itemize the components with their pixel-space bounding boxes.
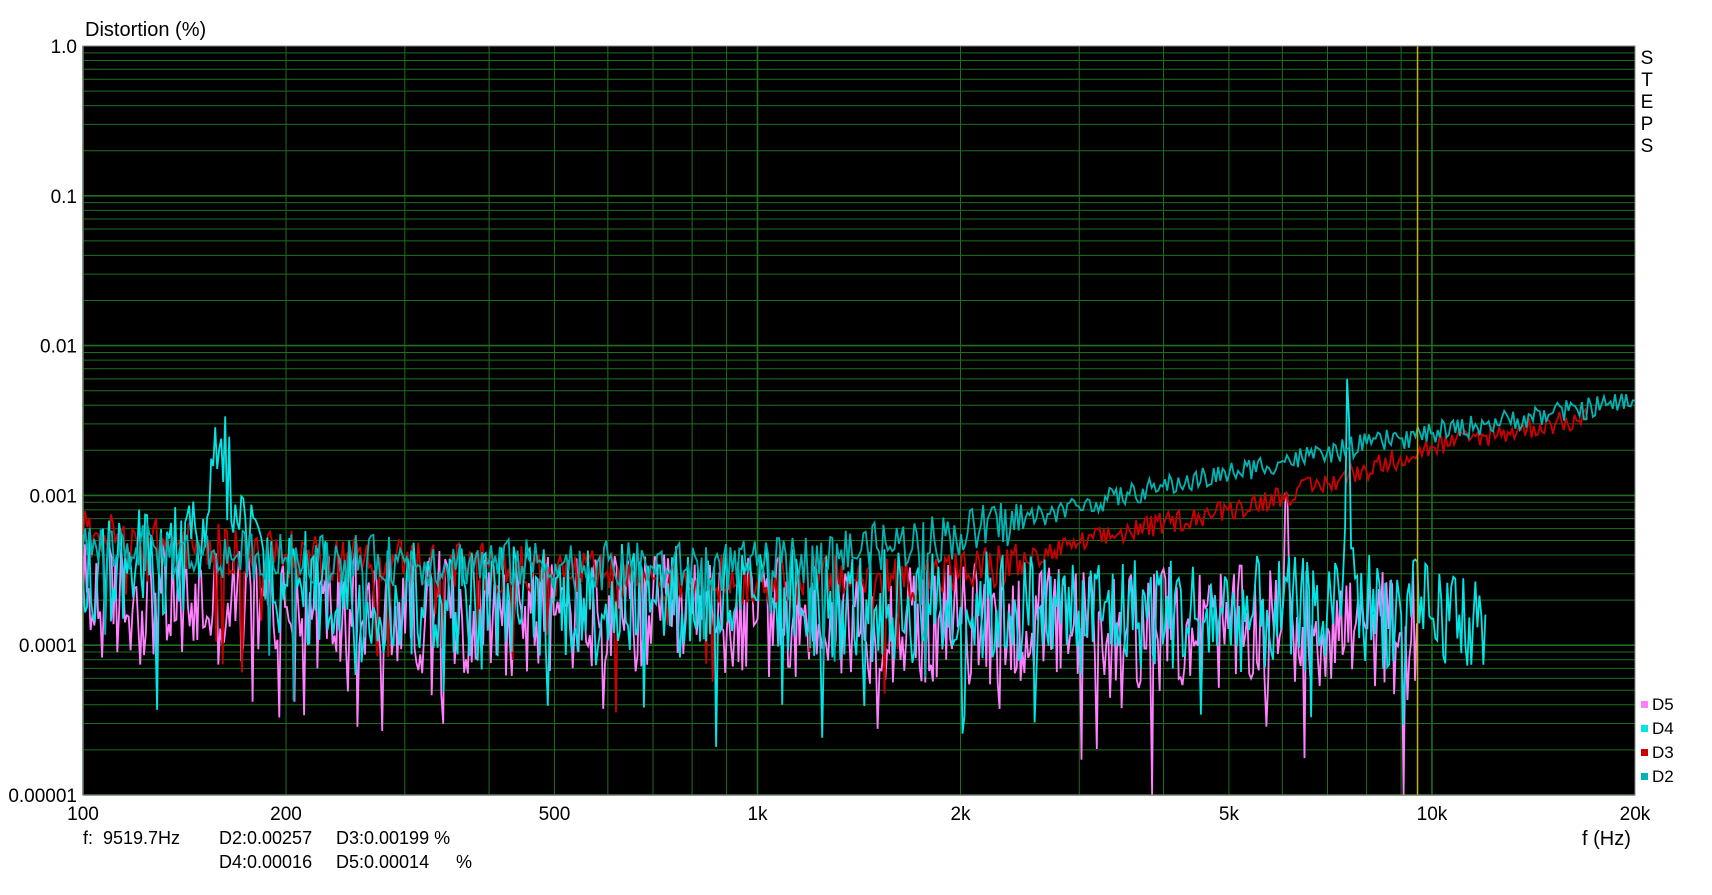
legend: D5 D4 D3 D2 xyxy=(1641,695,1674,786)
x-tick-label: 100 xyxy=(67,804,99,825)
y-tick-label: 1.0 xyxy=(51,37,77,58)
y-tick-labels: 1.00.10.010.0010.00010.00001 xyxy=(8,37,77,807)
x-tick-label: 10k xyxy=(1417,804,1448,825)
legend-swatch-d2 xyxy=(1641,773,1648,780)
readout-d5: D5:0.00014 xyxy=(336,852,430,872)
x-tick-label: 20k xyxy=(1620,804,1651,825)
y-tick-label: 0.0001 xyxy=(19,636,77,657)
legend-label-d5: D5 xyxy=(1652,695,1674,714)
x-tick-label: 5k xyxy=(1219,804,1240,825)
steps-letter: S xyxy=(1641,136,1654,157)
x-tick-label: 200 xyxy=(270,804,302,825)
y-tick-label: 0.1 xyxy=(51,187,77,208)
readout-frequency: f: 9519.7Hz xyxy=(83,828,181,848)
x-tick-label: 500 xyxy=(539,804,571,825)
legend-label-d2: D2 xyxy=(1652,767,1674,786)
legend-swatch-d5 xyxy=(1641,701,1648,708)
y-axis-label: Distortion (%) xyxy=(85,19,206,41)
readout-d2: D2:0.00257 xyxy=(219,828,313,848)
y-tick-label: 0.01 xyxy=(40,337,77,358)
readout-d3: D3:0.00199 % xyxy=(336,828,451,848)
readout-unit: % xyxy=(456,852,473,872)
distortion-chart: 1.00.10.010.0010.00010.00001 100 200 500 1k… xyxy=(8,19,1674,850)
legend-label-d4: D4 xyxy=(1652,719,1674,738)
steps-letter: S xyxy=(1641,48,1654,69)
steps-letter: E xyxy=(1641,92,1654,113)
x-axis-label: f (Hz) xyxy=(1582,828,1631,850)
steps-letter: P xyxy=(1641,114,1654,135)
steps-side-label[interactable]: STEPS xyxy=(1641,48,1654,157)
x-tick-label: 1k xyxy=(747,804,768,825)
legend-label-d3: D3 xyxy=(1652,743,1674,762)
steps-letter: T xyxy=(1641,70,1653,91)
readout-d4: D4:0.00016 xyxy=(219,852,313,872)
y-tick-label: 0.001 xyxy=(29,486,77,507)
legend-swatch-d3 xyxy=(1641,749,1648,756)
x-tick-labels: 100 200 500 1k 2k 5k 10k 20k xyxy=(67,804,1651,825)
legend-swatch-d4 xyxy=(1641,725,1648,732)
x-tick-label: 2k xyxy=(950,804,971,825)
